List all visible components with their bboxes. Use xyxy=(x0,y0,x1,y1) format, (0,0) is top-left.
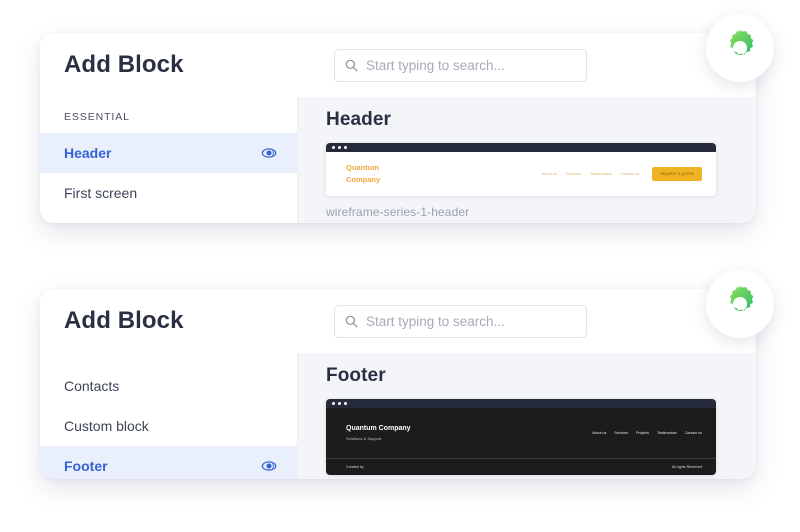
thumbnail-header-content: Quantum Company About us Services Testim… xyxy=(326,152,716,196)
preview-pane: Footer Quantum Company Solutions & Suppo… xyxy=(298,353,756,479)
eye-icon[interactable] xyxy=(261,147,277,159)
window-dot-red xyxy=(332,402,335,405)
sidebar-item-header[interactable]: Header xyxy=(40,133,297,173)
screen-root: Add Block ESSENTIAL Header xyxy=(0,0,800,532)
thumbnail-brand: Quantum Company xyxy=(346,162,380,185)
preview-title: Footer xyxy=(326,365,386,386)
window-dot-red xyxy=(332,146,335,149)
thumbnail-nav-item: Contact us xyxy=(620,172,640,176)
browser-chrome-bar xyxy=(326,399,716,408)
thumbnail-nav-item: About us xyxy=(592,431,607,435)
sidebar-item-first-screen[interactable]: First screen xyxy=(40,173,297,213)
search-input[interactable] xyxy=(366,57,576,73)
search-input[interactable] xyxy=(366,313,576,329)
gear-icon[interactable] xyxy=(721,29,759,67)
add-block-panel-footer: Add Block Contacts Custom block Footer xyxy=(40,289,756,479)
sidebar-item-label: First screen xyxy=(64,185,138,201)
panel-header-bar: Add Block xyxy=(40,289,756,353)
search-field-wrapper[interactable] xyxy=(334,304,587,338)
browser-chrome-bar xyxy=(326,143,716,152)
panel-body: ESSENTIAL Header First screen Header Qua… xyxy=(40,97,756,223)
window-dot-green xyxy=(344,146,347,149)
block-list-sidebar: ESSENTIAL Header First screen xyxy=(40,97,298,223)
thumbnail-nav: About us Services Projects Testimonials … xyxy=(592,431,702,435)
page-title: Add Block xyxy=(64,307,184,334)
eye-icon[interactable] xyxy=(261,460,277,472)
window-dot-yellow xyxy=(338,402,341,405)
thumbnail-nav-item: Services xyxy=(566,172,582,176)
thumbnail-nav-item: About us xyxy=(541,172,558,176)
window-dot-yellow xyxy=(338,146,341,149)
block-group-label: ESSENTIAL xyxy=(64,111,130,123)
preview-title: Header xyxy=(326,109,392,130)
block-list-sidebar: Contacts Custom block Footer xyxy=(40,353,298,479)
preview-pane: Header Quantum Company About us Services… xyxy=(298,97,756,223)
thumbnail-cta-button: REQUEST A QUOTE xyxy=(652,167,702,181)
panel-header-bar: Add Block xyxy=(40,33,756,97)
sidebar-item-footer[interactable]: Footer xyxy=(40,446,297,479)
sidebar-item-label: Custom block xyxy=(64,418,149,434)
panel-body: Contacts Custom block Footer Footer Quan… xyxy=(40,353,756,479)
thumbnail-nav-item: Testimonials xyxy=(657,431,677,435)
sidebar-item-contacts[interactable]: Contacts xyxy=(40,366,297,406)
sidebar-item-custom-block[interactable]: Custom block xyxy=(40,406,297,446)
thumbnail-nav-item: Projects xyxy=(636,431,650,435)
thumbnail-brand: Quantum Company xyxy=(346,424,411,432)
thumbnail-caption: wireframe-series-1-header xyxy=(326,205,470,219)
add-block-panel-header: Add Block ESSENTIAL Header xyxy=(40,33,756,223)
settings-badge-header-panel[interactable] xyxy=(706,14,774,82)
thumbnail-footer-content: Quantum Company Solutions & Support Abou… xyxy=(326,408,716,458)
window-dot-green xyxy=(344,402,347,405)
search-icon xyxy=(345,59,358,71)
thumbnail-created-by: Created by xyxy=(346,465,364,469)
thumbnail-subtitle: Solutions & Support xyxy=(346,437,382,442)
thumbnail-footer-brand-block: Quantum Company Solutions & Support xyxy=(346,425,411,441)
block-thumbnail-header[interactable]: Quantum Company About us Services Testim… xyxy=(326,143,716,196)
thumbnail-nav-item: Testimonials xyxy=(590,172,612,176)
thumbnail-rights: All rights Reserved xyxy=(671,465,702,469)
sidebar-item-label: Header xyxy=(64,145,112,161)
thumbnail-footer-bottom-bar: Created by All rights Reserved xyxy=(326,458,716,475)
thumbnail-nav-item: Contact us xyxy=(684,431,702,435)
sidebar-item-label: Contacts xyxy=(64,378,120,394)
page-title: Add Block xyxy=(64,51,184,78)
settings-badge-footer-panel[interactable] xyxy=(706,270,774,338)
search-field-wrapper[interactable] xyxy=(334,48,587,82)
search-icon xyxy=(345,315,358,327)
thumbnail-nav: About us Services Testimonials Contact u… xyxy=(542,167,702,181)
block-thumbnail-footer[interactable]: Quantum Company Solutions & Support Abou… xyxy=(326,399,716,475)
sidebar-item-label: Footer xyxy=(64,458,108,474)
thumbnail-brand-line1: Quantum xyxy=(346,163,379,173)
gear-icon[interactable] xyxy=(721,285,759,323)
thumbnail-nav-item: Services xyxy=(614,431,629,435)
thumbnail-brand-line2: Company xyxy=(346,175,381,184)
